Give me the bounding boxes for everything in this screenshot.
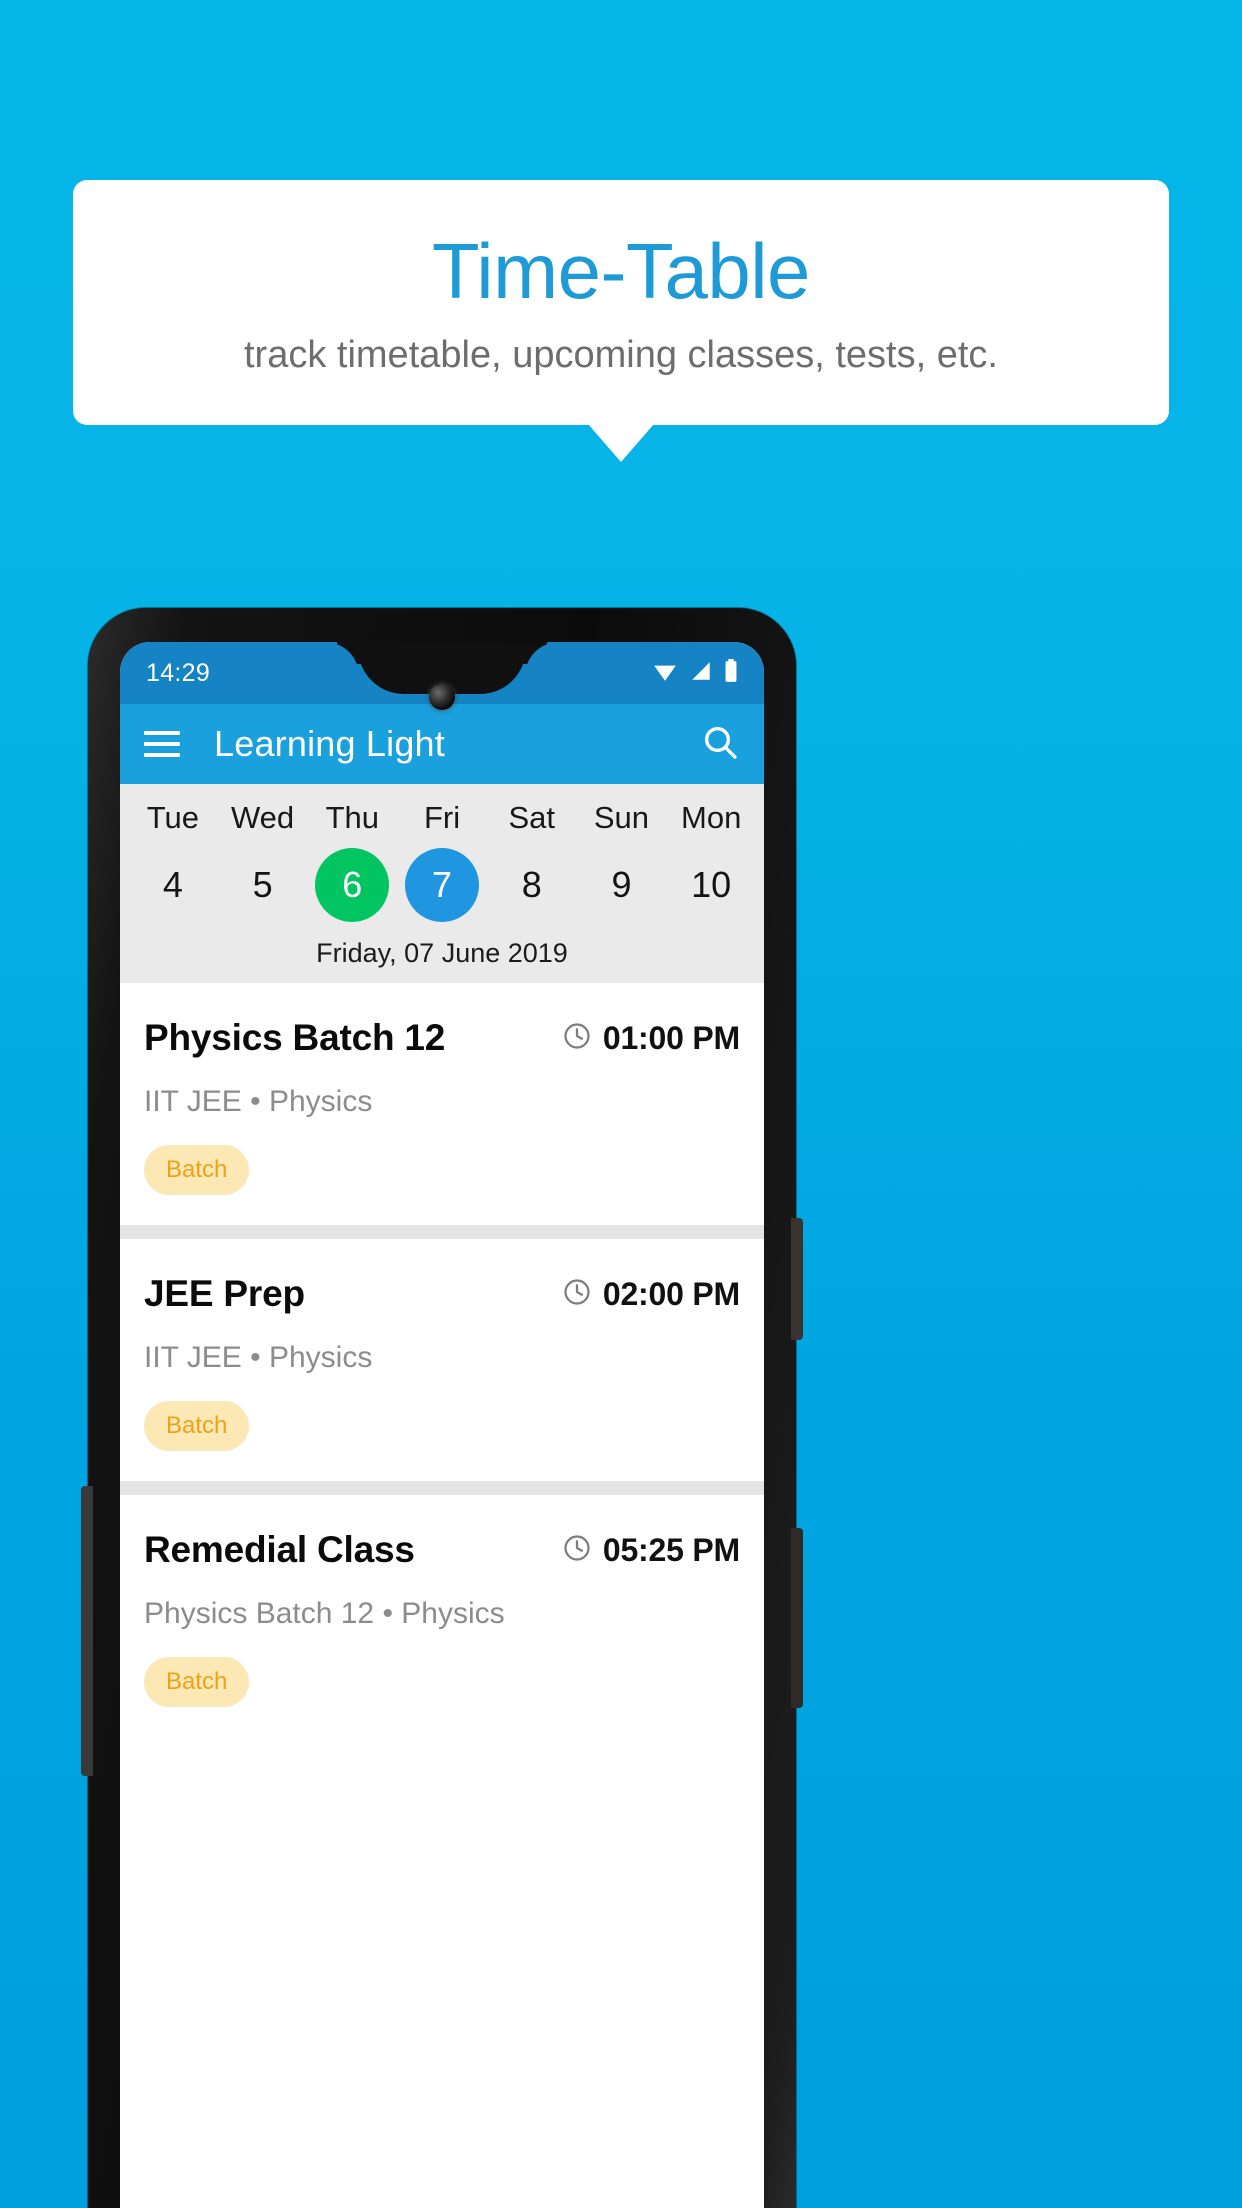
day-number[interactable]: 10 — [674, 848, 748, 922]
volume-button[interactable] — [81, 1486, 93, 1776]
day-name-cell[interactable]: Tue — [128, 800, 218, 836]
class-card-header: Remedial Class 05:25 PM — [144, 1529, 740, 1571]
status-badge: Batch — [144, 1401, 250, 1451]
power-button[interactable] — [791, 1218, 803, 1340]
class-list: Physics Batch 12 01:00 PM IIT JEE • Physic… — [120, 983, 764, 1737]
day-name-label: Fri — [423, 800, 461, 835]
day-number-cell[interactable]: 5 — [218, 836, 308, 922]
phone-screen: 14:29 Learning Light Tue Wed Thu Fri Sat… — [120, 642, 764, 2208]
class-card[interactable]: JEE Prep 02:00 PM IIT JEE • Physics Batch — [120, 1239, 764, 1481]
day-name-label: Wed — [230, 800, 295, 835]
day-number-cell[interactable]: 6 — [307, 836, 397, 922]
day-name-cell[interactable]: Fri — [397, 800, 487, 836]
class-time-group: 02:00 PM — [562, 1276, 740, 1313]
search-icon[interactable] — [700, 722, 740, 767]
day-name-cell[interactable]: Wed — [218, 800, 308, 836]
day-name-cell[interactable]: Sat — [487, 800, 577, 836]
day-name-label: Sat — [508, 800, 555, 835]
battery-icon — [724, 658, 738, 688]
app-title: Learning Light — [214, 723, 445, 764]
class-title: Remedial Class — [144, 1529, 415, 1570]
signal-icon — [689, 660, 713, 687]
class-time: 01:00 PM — [602, 1019, 740, 1056]
day-name-cell[interactable]: Mon — [666, 800, 756, 836]
promo-screenshot: Time-Table track timetable, upcoming cla… — [0, 0, 1242, 2208]
class-time-group: 05:25 PM — [562, 1532, 740, 1569]
clock-icon — [562, 1277, 592, 1312]
status-badge: Batch — [144, 1145, 250, 1195]
day-name-label: Mon — [681, 800, 742, 835]
day-name-cell[interactable]: Thu — [307, 800, 397, 836]
phone-device: 14:29 Learning Light Tue Wed Thu Fri Sat… — [81, 608, 803, 2208]
week-date-strip: Tue Wed Thu Fri Sat Sun Mon 4 5 6 7 8 9 10 Friday, 0… — [120, 784, 764, 983]
class-time-group: 01:00 PM — [562, 1020, 740, 1057]
page-title: Time-Table — [432, 226, 810, 315]
status-time: 14:29 — [146, 658, 211, 687]
day-number[interactable]: 5 — [226, 848, 300, 922]
day-number-cell[interactable]: 9 — [577, 836, 667, 922]
class-time: 02:00 PM — [602, 1275, 740, 1312]
promo-callout: Time-Table track timetable, upcoming cla… — [73, 180, 1169, 425]
secondary-side-button[interactable] — [791, 1528, 803, 1708]
class-subtitle: IIT JEE • Physics — [144, 1085, 373, 1118]
day-number[interactable]: 9 — [584, 848, 658, 922]
class-subtitle: IIT JEE • Physics — [144, 1341, 373, 1374]
class-card-header: Physics Batch 12 01:00 PM — [144, 1017, 740, 1059]
class-time: 05:25 PM — [602, 1531, 740, 1568]
day-number-cell[interactable]: 7 — [397, 836, 487, 922]
selected-date-label: Friday, 07 June 2019 — [316, 938, 568, 968]
class-card-header: JEE Prep 02:00 PM — [144, 1273, 740, 1315]
class-card[interactable]: Physics Batch 12 01:00 PM IIT JEE • Physic… — [120, 983, 764, 1225]
class-title: JEE Prep — [144, 1273, 305, 1314]
callout-tail — [588, 424, 654, 462]
day-numbers-row: 4 5 6 7 8 9 10 — [120, 836, 764, 922]
wifi-icon — [652, 660, 678, 687]
day-names-row: Tue Wed Thu Fri Sat Sun Mon — [120, 800, 764, 836]
class-subtitle: Physics Batch 12 • Physics — [144, 1597, 505, 1630]
class-title: Physics Batch 12 — [144, 1017, 446, 1058]
class-card[interactable]: Remedial Class 05:25 PM Physics Batch 12 •… — [120, 1495, 764, 1737]
day-number-cell[interactable]: 4 — [128, 836, 218, 922]
day-name-label: Tue — [146, 800, 199, 835]
day-number-cell[interactable]: 10 — [666, 836, 756, 922]
day-name-cell[interactable]: Sun — [577, 800, 667, 836]
front-camera-icon — [429, 684, 455, 710]
clock-icon — [562, 1021, 592, 1056]
page-subtitle: track timetable, upcoming classes, tests… — [244, 333, 998, 376]
day-number[interactable]: 8 — [495, 848, 569, 922]
app-bar: Learning Light — [120, 704, 764, 784]
day-number-selected[interactable]: 7 — [405, 848, 480, 922]
day-name-label: Thu — [325, 800, 379, 835]
hamburger-menu-icon[interactable] — [144, 731, 180, 757]
status-badge: Batch — [144, 1657, 250, 1707]
status-icons — [652, 658, 742, 688]
day-number-today[interactable]: 6 — [315, 848, 390, 922]
day-number-cell[interactable]: 8 — [487, 836, 577, 922]
day-name-label: Sun — [593, 800, 650, 835]
clock-icon — [562, 1533, 592, 1568]
status-bar: 14:29 — [120, 642, 764, 710]
day-number[interactable]: 4 — [136, 848, 210, 922]
